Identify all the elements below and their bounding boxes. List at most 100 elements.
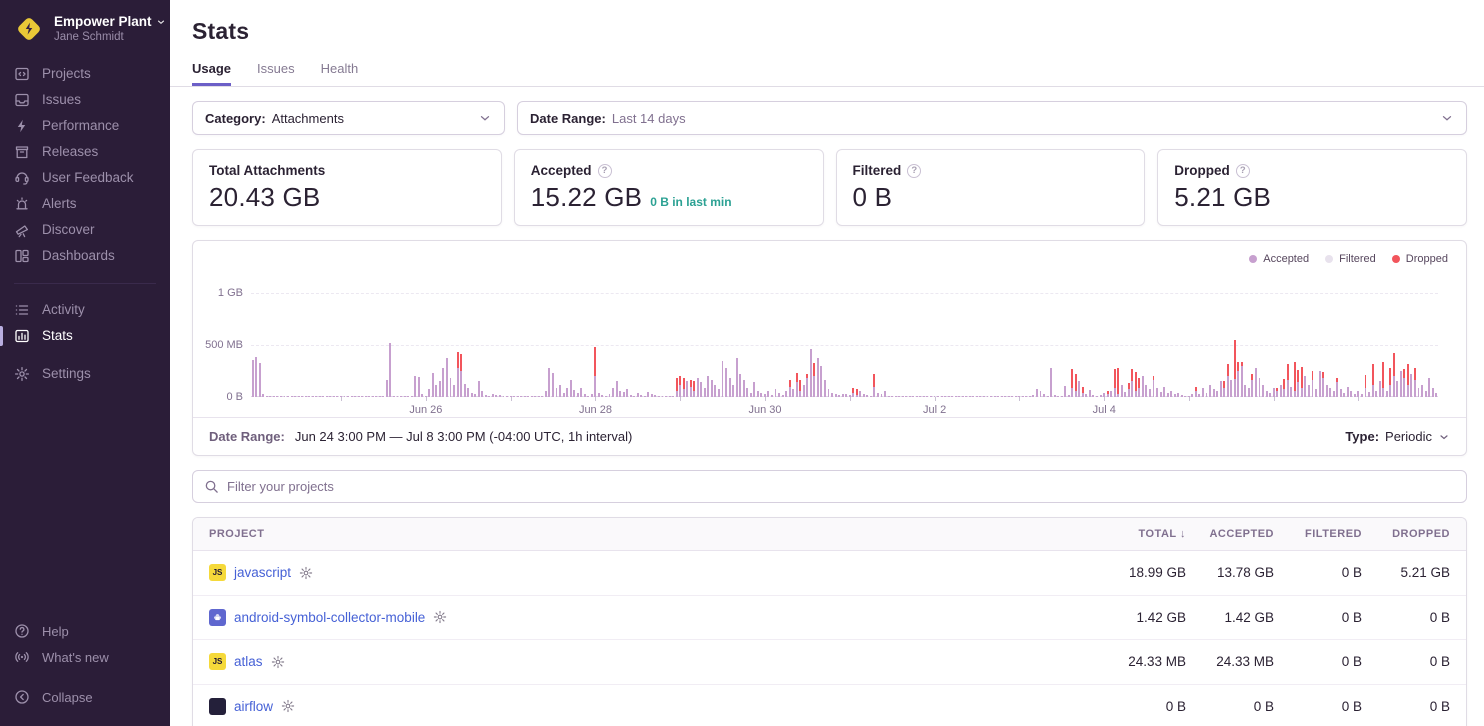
usage-bar[interactable] — [1110, 391, 1112, 397]
project-link[interactable]: airflow — [234, 699, 273, 714]
usage-bar[interactable] — [534, 396, 536, 397]
usage-bar[interactable] — [1326, 385, 1328, 398]
legend-accepted[interactable]: Accepted — [1249, 253, 1309, 265]
usage-bar[interactable] — [863, 394, 865, 397]
usage-bar[interactable] — [485, 395, 487, 397]
usage-bar[interactable] — [948, 396, 950, 397]
usage-bar[interactable] — [1407, 364, 1409, 397]
usage-bar[interactable] — [796, 373, 798, 397]
usage-bar[interactable] — [898, 396, 900, 397]
usage-bar[interactable] — [792, 389, 794, 397]
usage-bar[interactable] — [1262, 385, 1264, 398]
usage-bar[interactable] — [538, 396, 540, 397]
usage-bar[interactable] — [785, 391, 787, 397]
usage-bar[interactable] — [1237, 362, 1239, 397]
usage-bar[interactable] — [414, 376, 416, 397]
usage-bar[interactable] — [1181, 395, 1183, 397]
usage-bar[interactable] — [743, 380, 745, 397]
usage-bar[interactable] — [365, 396, 367, 397]
usage-bar[interactable] — [471, 393, 473, 397]
usage-bar[interactable] — [1368, 392, 1370, 397]
usage-bar[interactable] — [1015, 396, 1017, 397]
usage-bar[interactable] — [1089, 390, 1091, 397]
usage-bar[interactable] — [820, 366, 822, 397]
usage-bar[interactable] — [1361, 394, 1363, 397]
usage-bar[interactable] — [859, 391, 861, 397]
usage-bar[interactable] — [1304, 376, 1306, 397]
usage-bar[interactable] — [351, 396, 353, 397]
sidebar-item-performance[interactable]: Performance — [0, 113, 170, 139]
usage-bar[interactable] — [333, 396, 335, 397]
usage-bar[interactable] — [312, 396, 314, 397]
usage-bar[interactable] — [725, 368, 727, 397]
usage-bar[interactable] — [1117, 368, 1119, 397]
usage-bar[interactable] — [1365, 375, 1367, 397]
usage-bar[interactable] — [1393, 353, 1395, 397]
usage-bar[interactable] — [354, 396, 356, 397]
usage-bar[interactable] — [739, 374, 741, 397]
usage-bar[interactable] — [941, 396, 943, 397]
usage-bar[interactable] — [570, 380, 572, 397]
usage-bar[interactable] — [322, 396, 324, 397]
usage-bar[interactable] — [1043, 394, 1045, 397]
usage-bar[interactable] — [976, 396, 978, 397]
search-input[interactable] — [227, 479, 1455, 494]
usage-bar[interactable] — [266, 396, 268, 397]
usage-bar[interactable] — [1280, 385, 1282, 398]
usage-bar[interactable] — [252, 360, 254, 397]
usage-bar[interactable] — [669, 396, 671, 397]
usage-bar[interactable] — [884, 391, 886, 397]
usage-bar[interactable] — [1071, 369, 1073, 397]
usage-bar[interactable] — [584, 394, 586, 397]
usage-bar[interactable] — [467, 388, 469, 397]
usage-bar[interactable] — [1266, 391, 1268, 397]
usage-bar[interactable] — [1269, 393, 1271, 397]
usage-bar[interactable] — [432, 373, 434, 397]
usage-bar[interactable] — [1011, 396, 1013, 397]
usage-bar[interactable] — [789, 380, 791, 397]
col-total[interactable]: Total ↓ — [1098, 528, 1186, 540]
usage-bar[interactable] — [722, 361, 724, 397]
usage-bar[interactable] — [1153, 376, 1155, 397]
usage-bar[interactable] — [492, 394, 494, 397]
usage-bar[interactable] — [750, 393, 752, 397]
usage-bar[interactable] — [428, 389, 430, 397]
usage-bar[interactable] — [1008, 396, 1010, 397]
usage-bar[interactable] — [1382, 362, 1384, 397]
usage-bar[interactable] — [1354, 394, 1356, 397]
usage-bar[interactable] — [1372, 364, 1374, 397]
usage-bar[interactable] — [1375, 391, 1377, 397]
usage-bar[interactable] — [276, 396, 278, 397]
usage-bar[interactable] — [923, 396, 925, 397]
usage-bar[interactable] — [1322, 372, 1324, 397]
project-link[interactable]: android-symbol-collector-mobile — [234, 610, 425, 625]
usage-bar[interactable] — [361, 396, 363, 397]
usage-bar[interactable] — [1297, 370, 1299, 397]
usage-bar[interactable] — [1386, 391, 1388, 397]
usage-bar[interactable] — [1156, 388, 1158, 397]
usage-bar[interactable] — [1022, 396, 1024, 397]
usage-bar[interactable] — [301, 396, 303, 397]
usage-bar[interactable] — [626, 389, 628, 397]
usage-bar[interactable] — [591, 394, 593, 397]
usage-bar[interactable] — [1114, 369, 1116, 397]
usage-bar[interactable] — [1047, 396, 1049, 397]
usage-bar[interactable] — [1244, 385, 1246, 398]
usage-bar[interactable] — [679, 376, 681, 397]
usage-bar[interactable] — [704, 388, 706, 397]
usage-bar[interactable] — [972, 396, 974, 397]
usage-bar[interactable] — [665, 396, 667, 397]
usage-bar[interactable] — [782, 395, 784, 397]
usage-bar[interactable] — [1255, 368, 1257, 397]
usage-bar[interactable] — [397, 396, 399, 397]
usage-bar[interactable] — [686, 381, 688, 397]
usage-bar[interactable] — [347, 396, 349, 397]
usage-bar[interactable] — [1174, 394, 1176, 397]
usage-bar[interactable] — [326, 396, 328, 397]
usage-bar[interactable] — [729, 378, 731, 397]
usage-bar[interactable] — [997, 396, 999, 397]
usage-bar[interactable] — [919, 396, 921, 397]
usage-bar[interactable] — [806, 374, 808, 397]
usage-bar[interactable] — [714, 385, 716, 398]
usage-bar[interactable] — [1004, 396, 1006, 397]
